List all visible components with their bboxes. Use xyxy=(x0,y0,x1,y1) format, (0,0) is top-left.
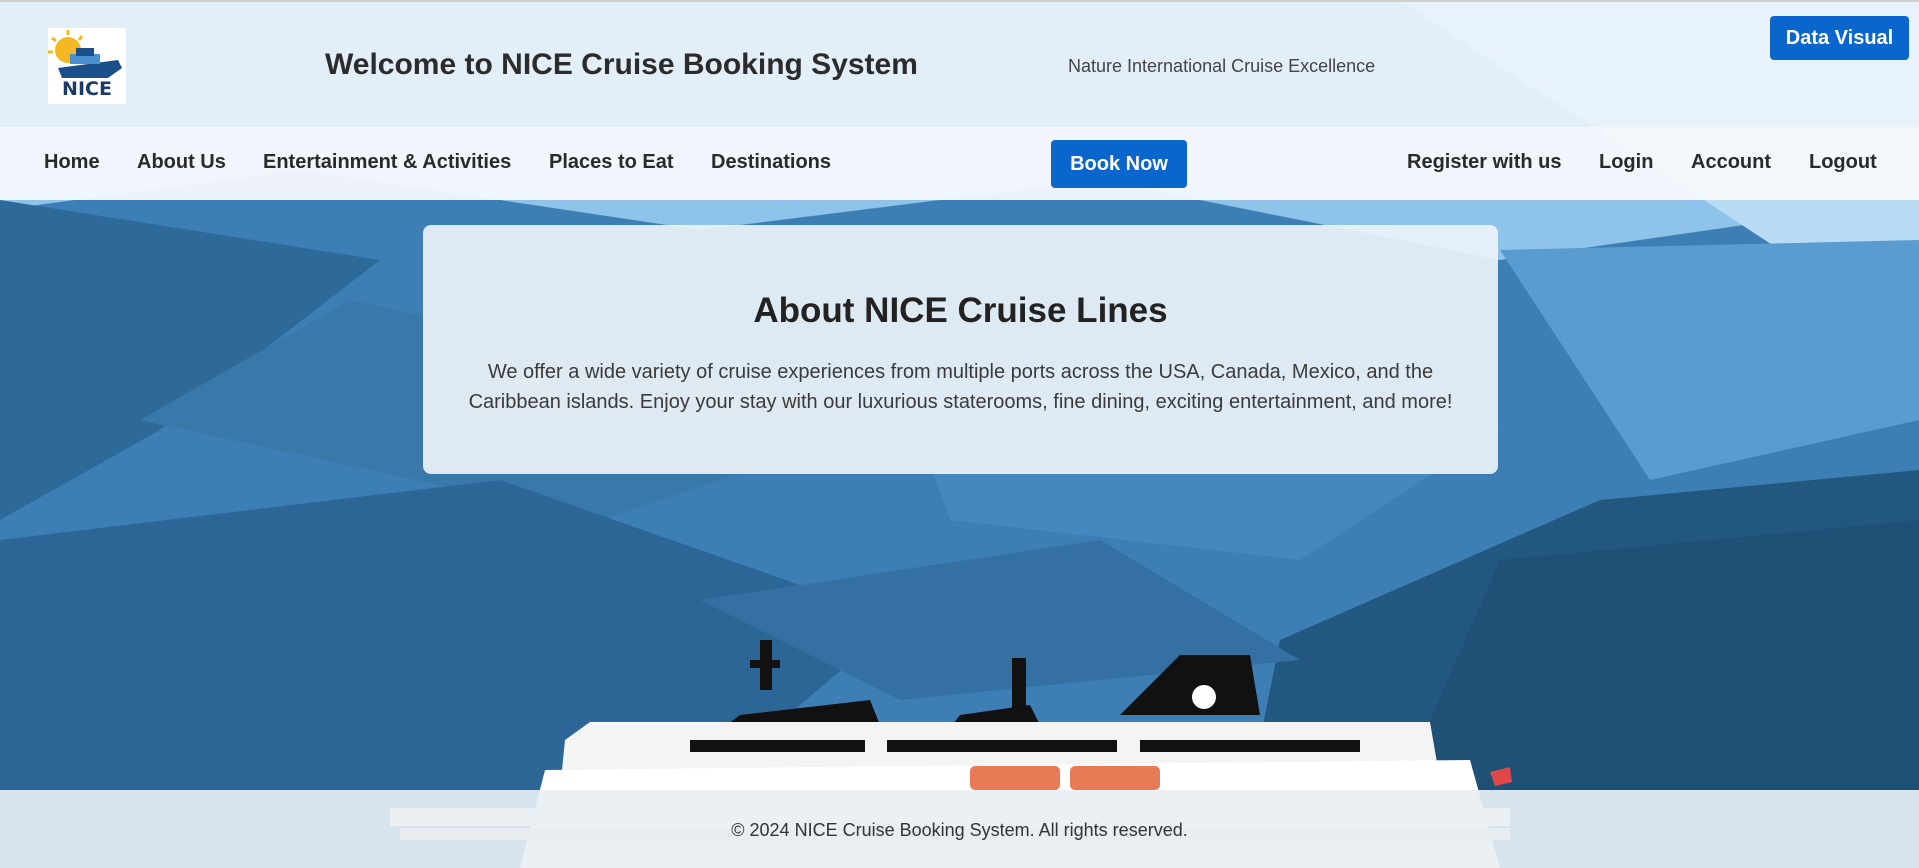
nav-entertainment[interactable]: Entertainment & Activities xyxy=(263,151,511,174)
nav-register[interactable]: Register with us xyxy=(1407,151,1561,174)
nav-destinations[interactable]: Destinations xyxy=(711,151,831,174)
nav-logout[interactable]: Logout xyxy=(1809,151,1877,174)
about-line-1: We offer a wide variety of cruise experi… xyxy=(487,361,1434,383)
nav-account[interactable]: Account xyxy=(1691,151,1771,174)
nav-about-us[interactable]: About Us xyxy=(137,151,226,174)
logo-text: NICE xyxy=(62,78,112,100)
book-now-button[interactable]: Book Now xyxy=(1051,140,1187,188)
site-header: NICE Welcome to NICE Cruise Booking Syst… xyxy=(0,0,1919,127)
site-footer: © 2024 NICE Cruise Booking System. All r… xyxy=(0,790,1919,868)
site-title: Welcome to NICE Cruise Booking System xyxy=(325,48,918,81)
footer-copyright: © 2024 NICE Cruise Booking System. All r… xyxy=(731,820,1188,840)
about-card: About NICE Cruise Lines We offer a wide … xyxy=(423,225,1498,474)
nav-home[interactable]: Home xyxy=(44,151,100,174)
about-title: About NICE Cruise Lines xyxy=(753,291,1168,330)
about-description: We offer a wide variety of cruise experi… xyxy=(463,357,1458,417)
nice-logo[interactable]: NICE xyxy=(48,28,126,104)
nav-login[interactable]: Login xyxy=(1599,151,1653,174)
data-visual-button[interactable]: Data Visual xyxy=(1770,16,1909,60)
site-tagline: Nature International Cruise Excellence xyxy=(1068,56,1376,76)
about-line-2: Caribbean islands. Enjoy your stay with … xyxy=(468,391,1453,413)
main-nav: Home About Us Entertainment & Activities… xyxy=(0,127,1919,200)
nav-places-to-eat[interactable]: Places to Eat xyxy=(549,151,674,174)
